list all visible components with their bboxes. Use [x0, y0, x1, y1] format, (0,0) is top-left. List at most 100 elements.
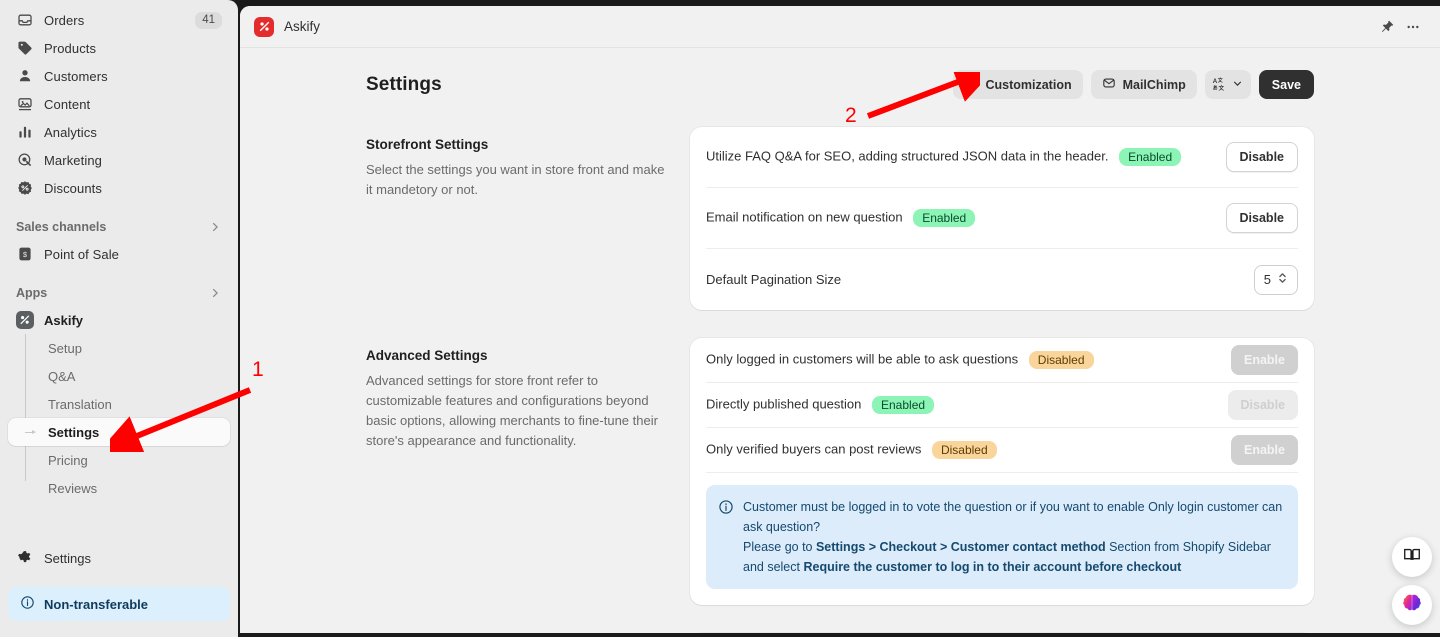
chevron-down-icon: [1231, 77, 1244, 93]
pagination-size-stepper[interactable]: 5: [1253, 264, 1298, 295]
sidebar-item-orders[interactable]: Orders 41: [8, 6, 230, 34]
stepper-arrows-icon[interactable]: [1277, 271, 1288, 288]
disable-button[interactable]: Disable: [1225, 142, 1298, 172]
sidebar-group-apps[interactable]: Apps: [8, 280, 230, 306]
sidebar-group-sales-channels[interactable]: Sales channels: [8, 214, 230, 240]
sidebar: Orders 41 Products Customers Content Ana…: [0, 0, 238, 637]
enable-button[interactable]: Enable: [1231, 435, 1298, 465]
setting-action-wrap: Disable: [1225, 142, 1298, 172]
sidebar-subitem-label: Q&A: [48, 368, 76, 384]
info-note-line2-bold: Settings > Checkout > Customer contact m…: [815, 540, 1106, 554]
status-badge: Enabled: [1119, 148, 1182, 166]
sidebar-item-qa[interactable]: Q&A: [8, 362, 230, 390]
setting-row-pagination-size: Default Pagination Size 5: [706, 249, 1298, 310]
info-note-line1: Customer must be logged in to vote the q…: [743, 500, 1283, 534]
chevron-right-icon: [208, 286, 222, 300]
customization-button[interactable]: Customization: [953, 70, 1083, 99]
annotation-number-2: 2: [845, 104, 857, 127]
sidebar-item-settings[interactable]: Settings: [8, 418, 230, 446]
ai-assistant-widget[interactable]: [1392, 585, 1432, 625]
info-icon: [20, 595, 35, 613]
sidebar-item-marketing[interactable]: Marketing: [8, 146, 230, 174]
discount-icon: [16, 179, 34, 197]
sidebar-item-analytics[interactable]: Analytics: [8, 118, 230, 146]
storefront-settings-info: Storefront Settings Select the settings …: [366, 127, 666, 310]
setting-label: Default Pagination Size: [706, 272, 842, 287]
mailchimp-icon: [1102, 76, 1116, 93]
sidebar-item-products[interactable]: Products: [8, 34, 230, 62]
book-icon: [1402, 545, 1422, 570]
sidebar-app-label: Askify: [44, 312, 84, 328]
sidebar-item-pricing[interactable]: Pricing: [8, 446, 230, 474]
sidebar-item-store-settings[interactable]: Settings: [8, 543, 230, 573]
page-header: Settings Customization MailChimp A 文 あ 文…: [366, 70, 1314, 99]
setting-row-faq-seo: Utilize FAQ Q&A for SEO, adding structur…: [706, 127, 1298, 188]
pin-icon[interactable]: [1374, 14, 1400, 40]
setting-row-logged-in-customers: Only logged in customers will be able to…: [706, 338, 1298, 383]
sidebar-item-discounts[interactable]: Discounts: [8, 174, 230, 202]
setting-label-wrap: Default Pagination Size: [706, 272, 841, 287]
status-badge: Enabled: [872, 396, 935, 414]
save-button[interactable]: Save: [1258, 70, 1314, 99]
enable-button[interactable]: Enable: [1231, 345, 1298, 375]
advanced-settings-info: Advanced Settings Advanced settings for …: [366, 338, 666, 605]
status-badge: Enabled: [913, 209, 976, 227]
non-transferable-banner: Non-transferable: [8, 587, 230, 621]
gear-icon: [16, 549, 34, 567]
sidebar-subitem-label: Reviews: [48, 480, 98, 496]
svg-text:あ: あ: [1213, 84, 1218, 91]
topbar-app-title: Askify: [284, 19, 321, 34]
advanced-settings-card: Only logged in customers will be able to…: [690, 338, 1314, 605]
svg-text:$: $: [23, 250, 27, 259]
point-of-sale-icon: $: [16, 245, 34, 263]
setting-action-wrap: Enable: [1231, 435, 1298, 465]
storefront-settings-heading: Storefront Settings: [366, 137, 489, 152]
page-content: Settings Customization MailChimp A 文 あ 文…: [240, 48, 1440, 633]
advanced-settings-heading: Advanced Settings: [366, 348, 488, 363]
app-topbar: Askify: [240, 6, 1440, 48]
sidebar-item-translation[interactable]: Translation: [8, 390, 230, 418]
status-badge: Disabled: [1028, 351, 1094, 369]
pagination-size-value: 5: [1263, 272, 1271, 287]
more-horizontal-icon[interactable]: [1400, 14, 1426, 40]
disable-button[interactable]: Disable: [1225, 203, 1298, 233]
sidebar-item-reviews[interactable]: Reviews: [8, 474, 230, 502]
target-icon: [16, 151, 34, 169]
help-book-widget[interactable]: [1392, 537, 1432, 577]
sidebar-item-label: Products: [44, 40, 97, 56]
sidebar-item-label: Marketing: [44, 152, 102, 168]
sidebar-item-point-of-sale[interactable]: $ Point of Sale: [8, 240, 230, 268]
mailchimp-button[interactable]: MailChimp: [1090, 70, 1197, 99]
tag-icon: [16, 39, 34, 57]
setting-label: Only verified buyers can post reviews: [706, 441, 922, 457]
sidebar-item-content[interactable]: Content: [8, 90, 230, 118]
setting-label-wrap: Utilize FAQ Q&A for SEO, adding structur…: [706, 148, 1182, 166]
brain-icon: [1401, 592, 1423, 619]
sidebar-settings-label: Settings: [44, 550, 91, 566]
page-scroll-area: Settings Customization MailChimp A 文 あ 文…: [240, 48, 1440, 633]
non-transferable-label: Non-transferable: [44, 596, 149, 612]
sidebar-item-label: Customers: [44, 68, 108, 84]
svg-text:文: 文: [1217, 77, 1222, 84]
sidebar-subitem-label: Settings: [48, 424, 100, 440]
setting-row-email-notification: Email notification on new question Enabl…: [706, 188, 1298, 249]
sidebar-app-header[interactable]: Askify: [8, 306, 230, 334]
page-header-actions: Customization MailChimp A 文 あ 文 Save: [953, 70, 1314, 99]
advanced-settings-info-note: Customer must be logged in to vote the q…: [706, 485, 1298, 589]
setting-row-directly-published: Directly published question Enabled Disa…: [706, 383, 1298, 428]
setting-action-wrap: Disable: [1225, 203, 1298, 233]
bar-chart-icon: [16, 123, 34, 141]
sidebar-item-setup[interactable]: Setup: [8, 334, 230, 362]
disable-button[interactable]: Disable: [1227, 390, 1298, 420]
content-icon: [16, 95, 34, 113]
setting-row-verified-buyers: Only verified buyers can post reviews Di…: [706, 428, 1298, 473]
setting-action-wrap: Disable: [1227, 390, 1298, 420]
sidebar-item-customers[interactable]: Customers: [8, 62, 230, 90]
translate-dropdown-button[interactable]: A 文 あ 文: [1204, 70, 1251, 99]
sidebar-item-label: Analytics: [44, 124, 97, 140]
sales-channels-label: Sales channels: [16, 220, 107, 234]
setting-action-wrap: 5: [1253, 264, 1298, 295]
setting-label: Only logged in customers will be able to…: [706, 351, 1019, 367]
setting-label-wrap: Only logged in customers will be able to…: [706, 351, 1094, 369]
